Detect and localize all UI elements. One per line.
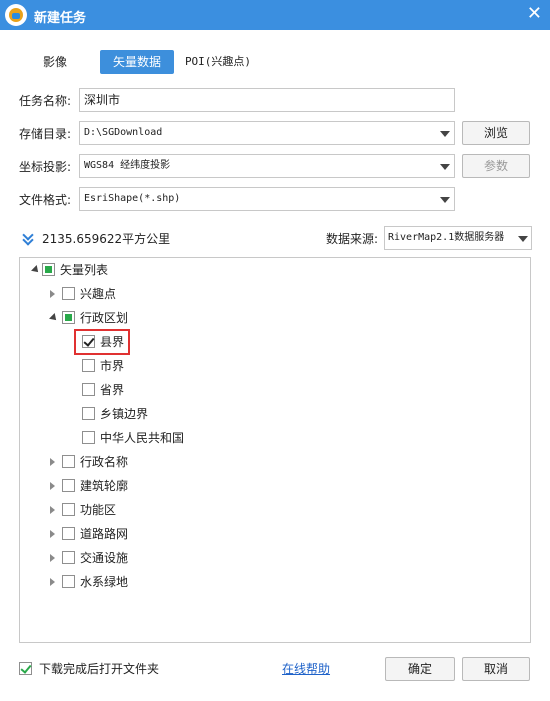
expand-arrow-icon[interactable] bbox=[50, 530, 55, 538]
tree-leaf[interactable]: 省界 bbox=[82, 380, 282, 400]
expand-arrow-icon[interactable] bbox=[31, 265, 41, 275]
tree-leaf[interactable]: 乡镇边界 bbox=[82, 404, 282, 424]
tree-checkbox[interactable] bbox=[62, 479, 75, 492]
tab-imagery[interactable]: 影像 bbox=[28, 50, 82, 74]
tree-checkbox[interactable] bbox=[62, 311, 75, 324]
expand-arrow-icon[interactable] bbox=[50, 554, 55, 562]
tree-node[interactable]: 行政区划 bbox=[48, 308, 248, 328]
task-name-label: 任务名称: bbox=[19, 94, 72, 108]
tree-node[interactable]: 交通设施 bbox=[48, 548, 248, 568]
double-chevron-down-icon[interactable] bbox=[22, 233, 34, 245]
tree-node-label: 兴趣点 bbox=[80, 287, 117, 301]
tree-node-label: 市界 bbox=[100, 359, 125, 373]
tree-node-label: 矢量列表 bbox=[60, 263, 109, 277]
expand-arrow-icon[interactable] bbox=[50, 482, 55, 490]
tree-node[interactable]: 兴趣点 bbox=[48, 284, 248, 304]
browse-button[interactable]: 浏览 bbox=[462, 121, 530, 145]
area-text: 2135.659622平方公里 bbox=[42, 232, 171, 246]
tree-node-label: 行政名称 bbox=[80, 455, 129, 469]
tree-checkbox[interactable] bbox=[82, 359, 95, 372]
storage-dir-combo[interactable]: D:\SGDownload bbox=[79, 121, 455, 145]
data-source-label: 数据来源: bbox=[326, 232, 379, 246]
tree-node-label: 交通设施 bbox=[80, 551, 129, 565]
tree-node[interactable]: 道路路网 bbox=[48, 524, 248, 544]
dropdown-caret-icon[interactable] bbox=[440, 197, 450, 203]
tree-node-label: 省界 bbox=[100, 383, 125, 397]
app-logo-icon bbox=[5, 4, 27, 26]
tree-node-label: 功能区 bbox=[80, 503, 117, 517]
tree-checkbox[interactable] bbox=[42, 263, 55, 276]
storage-dir-value: D:\SGDownload bbox=[84, 127, 163, 138]
projection-value: WGS84 经纬度投影 bbox=[84, 160, 171, 171]
tree-node[interactable]: 建筑轮廓 bbox=[48, 476, 248, 496]
file-format-combo[interactable]: EsriShape(*.shp) bbox=[79, 187, 455, 211]
expand-arrow-icon[interactable] bbox=[50, 290, 55, 298]
dropdown-caret-icon[interactable] bbox=[440, 131, 450, 137]
dropdown-caret-icon[interactable] bbox=[440, 164, 450, 170]
tree-node[interactable]: 行政名称 bbox=[48, 452, 248, 472]
tab-vector-data[interactable]: 矢量数据 bbox=[100, 50, 174, 74]
close-icon[interactable]: ✕ bbox=[527, 3, 542, 25]
tree-node-label: 道路路网 bbox=[80, 527, 129, 541]
tree-node-label: 建筑轮廓 bbox=[80, 479, 129, 493]
tree-checkbox[interactable] bbox=[82, 431, 95, 444]
tree-root[interactable]: 矢量列表 bbox=[28, 260, 228, 280]
tree-node-label: 行政区划 bbox=[80, 311, 129, 325]
tree-checkbox[interactable] bbox=[82, 407, 95, 420]
selection-highlight bbox=[74, 329, 130, 355]
tree-checkbox[interactable] bbox=[62, 551, 75, 564]
tree-node[interactable]: 功能区 bbox=[48, 500, 248, 520]
vector-tree[interactable]: 矢量列表 兴趣点 行政区划 县界 市界 省界 乡镇边界 中华人民共和国 行政名称 bbox=[19, 257, 531, 643]
tree-node-label: 乡镇边界 bbox=[100, 407, 149, 421]
tree-checkbox[interactable] bbox=[62, 287, 75, 300]
tree-leaf[interactable]: 中华人民共和国 bbox=[82, 428, 282, 448]
projection-label: 坐标投影: bbox=[19, 160, 72, 174]
tree-node[interactable]: 水系绿地 bbox=[48, 572, 248, 592]
tree-node-label: 中华人民共和国 bbox=[100, 431, 185, 445]
open-folder-label: 下载完成后打开文件夹 bbox=[39, 662, 160, 676]
expand-arrow-icon[interactable] bbox=[49, 313, 59, 323]
task-name-input[interactable]: 深圳市 bbox=[79, 88, 455, 112]
tab-poi[interactable]: POI(兴趣点) bbox=[180, 50, 256, 74]
ok-button[interactable]: 确定 bbox=[385, 657, 455, 681]
storage-dir-label: 存储目录: bbox=[19, 127, 72, 141]
tree-checkbox[interactable] bbox=[62, 575, 75, 588]
tree-checkbox[interactable] bbox=[62, 503, 75, 516]
params-button[interactable]: 参数 bbox=[462, 154, 530, 178]
expand-arrow-icon[interactable] bbox=[50, 578, 55, 586]
tree-checkbox[interactable] bbox=[62, 455, 75, 468]
open-folder-checkbox[interactable] bbox=[19, 662, 32, 675]
data-source-value: RiverMap2.1数据服务器 bbox=[388, 232, 505, 243]
window-title: 新建任务 bbox=[34, 11, 87, 26]
file-format-label: 文件格式: bbox=[19, 193, 72, 207]
tree-node-label: 水系绿地 bbox=[80, 575, 129, 589]
dropdown-caret-icon[interactable] bbox=[518, 236, 528, 242]
data-source-combo[interactable]: RiverMap2.1数据服务器 bbox=[384, 226, 532, 250]
online-help-link[interactable]: 在线帮助 bbox=[282, 659, 330, 679]
tree-checkbox[interactable] bbox=[62, 527, 75, 540]
tree-leaf[interactable]: 市界 bbox=[82, 356, 282, 376]
file-format-value: EsriShape(*.shp) bbox=[84, 193, 181, 204]
expand-arrow-icon[interactable] bbox=[50, 506, 55, 514]
title-bar: 新建任务 ✕ bbox=[0, 0, 550, 30]
cancel-button[interactable]: 取消 bbox=[462, 657, 530, 681]
tree-checkbox[interactable] bbox=[82, 383, 95, 396]
expand-arrow-icon[interactable] bbox=[50, 458, 55, 466]
projection-combo[interactable]: WGS84 经纬度投影 bbox=[79, 154, 455, 178]
